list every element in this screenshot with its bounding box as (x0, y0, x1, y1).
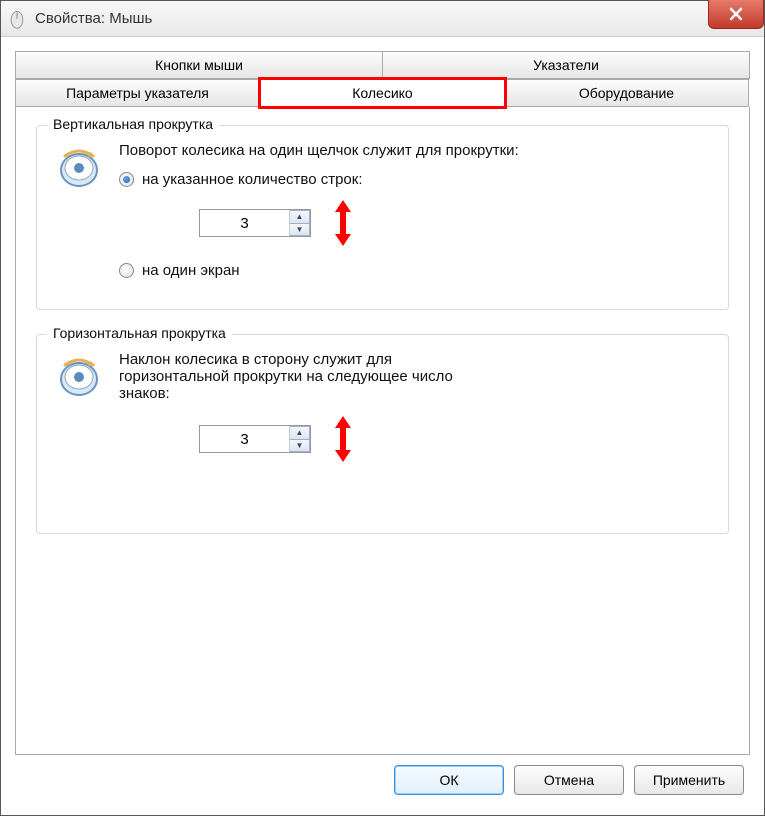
mouse-icon (7, 9, 27, 29)
vertical-wheel-icon (55, 142, 103, 190)
tabs-area: Кнопки мыши Указатели Параметры указател… (15, 51, 750, 755)
tab-row-2: Параметры указателя Колесико Оборудовани… (15, 79, 750, 107)
vertical-lines-spinner[interactable]: 3 ▲ ▼ (199, 209, 311, 237)
radio-screen-row[interactable]: на один экран (119, 262, 710, 279)
vertical-lines-value[interactable]: 3 (200, 210, 290, 236)
tab-pointer-options[interactable]: Параметры указателя (15, 79, 260, 107)
vertical-content: Поворот колесика на один щелчок служит д… (119, 142, 710, 289)
horizontal-red-arrow-icon (331, 414, 355, 464)
tab-panel-wheel: Вертикальная прокрутка Поворот колесика … (15, 107, 750, 755)
vertical-desc: Поворот колесика на один щелчок служит д… (119, 142, 710, 159)
dialog-content: Кнопки мыши Указатели Параметры указател… (1, 37, 764, 815)
window-title: Свойства: Мышь (35, 10, 152, 27)
cancel-button[interactable]: Отмена (514, 765, 624, 795)
radio-lines-row[interactable]: на указанное количество строк: (119, 171, 710, 188)
horizontal-desc: Наклон колесика в сторону служит для гор… (119, 351, 499, 402)
titlebar: Свойства: Мышь (1, 1, 764, 37)
tab-hardware[interactable]: Оборудование (504, 79, 749, 107)
horizontal-spinner-row: 3 ▲ ▼ (199, 414, 710, 464)
vertical-spin-up[interactable]: ▲ (290, 210, 310, 223)
horizontal-spin-down[interactable]: ▼ (290, 439, 310, 453)
ok-button[interactable]: ОК (394, 765, 504, 795)
horizontal-scroll-legend: Горизонтальная прокрутка (47, 325, 232, 341)
mouse-properties-dialog: Свойства: Мышь Кнопки мыши Указатели Пар… (0, 0, 765, 816)
close-icon (729, 7, 743, 21)
horizontal-spinner-buttons: ▲ ▼ (290, 426, 310, 452)
dialog-buttons: ОК Отмена Применить (15, 755, 750, 807)
vertical-spinner-buttons: ▲ ▼ (290, 210, 310, 236)
tab-wheel[interactable]: Колесико (258, 77, 507, 109)
tab-pointers[interactable]: Указатели (382, 51, 750, 79)
horizontal-chars-value[interactable]: 3 (200, 426, 290, 452)
vertical-scroll-group: Вертикальная прокрутка Поворот колесика … (36, 125, 729, 310)
horizontal-content: Наклон колесика в сторону служит для гор… (119, 351, 710, 478)
vertical-spinner-row: 3 ▲ ▼ (199, 198, 710, 248)
close-button[interactable] (708, 0, 764, 29)
tab-row-1: Кнопки мыши Указатели (15, 51, 750, 79)
radio-screen-label: на один экран (142, 262, 240, 279)
horizontal-wheel-icon (55, 351, 103, 399)
radio-lines[interactable] (119, 172, 134, 187)
vertical-spin-down[interactable]: ▼ (290, 223, 310, 237)
horizontal-spin-up[interactable]: ▲ (290, 426, 310, 439)
radio-lines-label: на указанное количество строк: (142, 171, 363, 188)
tab-buttons[interactable]: Кнопки мыши (15, 51, 383, 79)
vertical-red-arrow-icon (331, 198, 355, 248)
vertical-scroll-legend: Вертикальная прокрутка (47, 116, 219, 132)
horizontal-chars-spinner[interactable]: 3 ▲ ▼ (199, 425, 311, 453)
tab-headers: Кнопки мыши Указатели Параметры указател… (15, 51, 750, 107)
horizontal-scroll-group: Горизонтальная прокрутка Наклон колесика… (36, 334, 729, 534)
radio-screen[interactable] (119, 263, 134, 278)
tab-wheel-wrap: Колесико (260, 79, 505, 107)
apply-button[interactable]: Применить (634, 765, 744, 795)
